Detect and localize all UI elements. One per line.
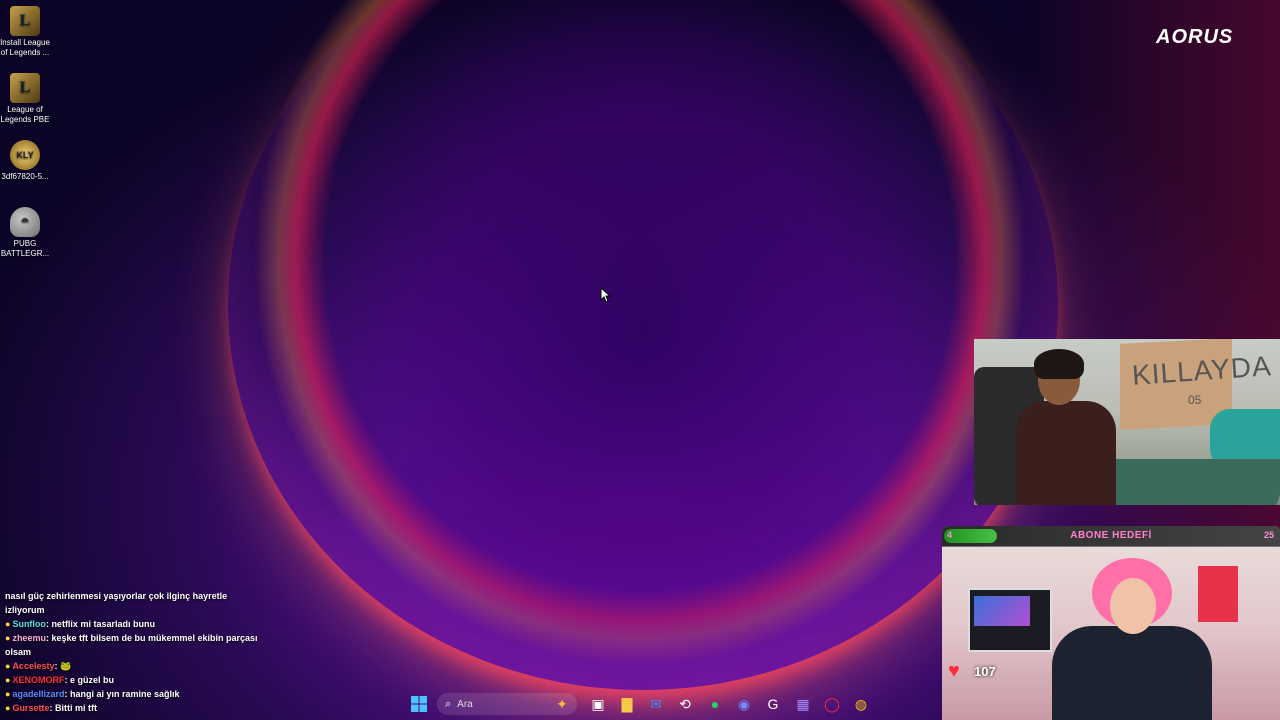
desktop-icon-pubg[interactable]: ◓ PUBG BATTLEGR... <box>0 207 50 259</box>
emote-icon: 🐸 <box>59 661 72 671</box>
chat-text: netflix mi tasarladı bunu <box>51 619 155 629</box>
widget-button[interactable]: ✦ <box>550 692 574 716</box>
discord-button[interactable]: ◉ <box>732 692 756 716</box>
person <box>1016 349 1116 505</box>
opera-gx-icon: ◯ <box>824 695 840 712</box>
outlook-button[interactable]: ✉ <box>644 692 668 716</box>
task-view-button[interactable]: ▣ <box>586 692 610 716</box>
desktop-icon-install-lol[interactable]: L Install League of Legends ... <box>0 6 50 58</box>
task-view-icon: ▣ <box>591 695 605 712</box>
app-button[interactable]: ⟲ <box>673 692 697 716</box>
opera-gx-button[interactable]: ◯ <box>820 692 844 716</box>
start-icon <box>411 696 427 712</box>
desktop-icon-label: 3df67820-5... <box>1 172 49 181</box>
desktop-icon-lol-pbe[interactable]: L League of Legends PBE <box>0 73 50 125</box>
outlook-icon: ✉ <box>650 695 662 712</box>
start-button[interactable] <box>407 692 431 716</box>
monitor-shelf <box>968 588 1052 652</box>
desktop-icon-label: League of Legends PBE <box>0 105 50 124</box>
sub-badge-icon: ● <box>5 619 11 629</box>
sub-badge-icon: ● <box>5 661 11 671</box>
chat-message: ● zheemu: keşke tft bilsem de bu mükemmel… <box>5 633 258 657</box>
chrome-button[interactable]: ◍ <box>849 692 873 716</box>
league-of-legends-pbe-icon: L <box>10 73 40 103</box>
logitech-icon: G <box>767 696 779 712</box>
app-icon: ⟲ <box>679 695 691 712</box>
sub-badge-icon: ● <box>5 633 11 643</box>
search-placeholder: Ara <box>457 698 473 710</box>
taskbar <box>0 689 1280 720</box>
chat-message: nasıl güç zehirlenmesi yaşıyorlar çok il… <box>5 589 265 617</box>
desktop-icon-kly[interactable]: KLY 3df67820-5... <box>0 140 50 182</box>
app-grid-button[interactable]: ▦ <box>791 692 815 716</box>
chat-username: Accelesty <box>12 661 55 671</box>
wall-art <box>1198 566 1238 622</box>
sub-badge-icon: ● <box>5 675 11 685</box>
heart-icon: ♥ <box>948 660 960 682</box>
widget-icon: ✦ <box>556 695 568 712</box>
spotify-button[interactable]: ● <box>703 692 727 716</box>
discord-icon: ◉ <box>737 695 751 712</box>
chat-username: zheemu <box>12 633 46 643</box>
chat-message: ● Accelesty: 🐸 <box>5 661 72 671</box>
chat-username: Sunfloo <box>12 619 46 629</box>
pubg-helmet-icon: ◓ <box>10 207 40 237</box>
file-explorer-icon: ▇ <box>621 695 633 712</box>
brand-logo: AORUS <box>1156 26 1234 48</box>
subscriber-goal-target: 25 <box>1263 530 1274 540</box>
subscriber-goal-bar: 4 ABONE HEDEFİ 25 <box>942 526 1280 547</box>
box-subtext: 05 <box>1188 393 1202 407</box>
mouse-cursor-icon <box>600 287 612 303</box>
logitech-button[interactable]: G <box>761 692 785 716</box>
chat-message: ● Sunfloo: netflix mi tasarladı bunu <box>5 619 155 629</box>
chat-username: XENOMORF <box>12 675 65 685</box>
kly-badge-icon: KLY <box>10 140 40 170</box>
app-grid-icon: ▦ <box>796 695 810 712</box>
league-of-legends-icon: L <box>10 6 40 36</box>
wallpaper-ring <box>228 0 1058 690</box>
chrome-icon: ◍ <box>854 695 868 712</box>
webcam-feed-top: KILLAYDA 05 <box>974 339 1280 505</box>
chat-text: nasıl güç zehirlenmesi yaşıyorlar çok il… <box>5 591 228 615</box>
streamer-face <box>1110 578 1156 634</box>
desktop-icon-label: PUBG BATTLEGR... <box>0 239 50 258</box>
search-icon: ⌕ <box>445 697 452 710</box>
file-explorer-button[interactable]: ▇ <box>615 692 639 716</box>
spotify-icon: ● <box>710 696 720 712</box>
chat-message: ● XENOMORF: e güzel bu <box>5 675 114 685</box>
chat-text: e güzel bu <box>69 675 114 685</box>
subscriber-goal-title: ABONE HEDEFİ <box>1070 530 1152 541</box>
heart-count: 107 <box>974 664 996 679</box>
desktop-icon-label: Install League of Legends ... <box>0 38 50 57</box>
